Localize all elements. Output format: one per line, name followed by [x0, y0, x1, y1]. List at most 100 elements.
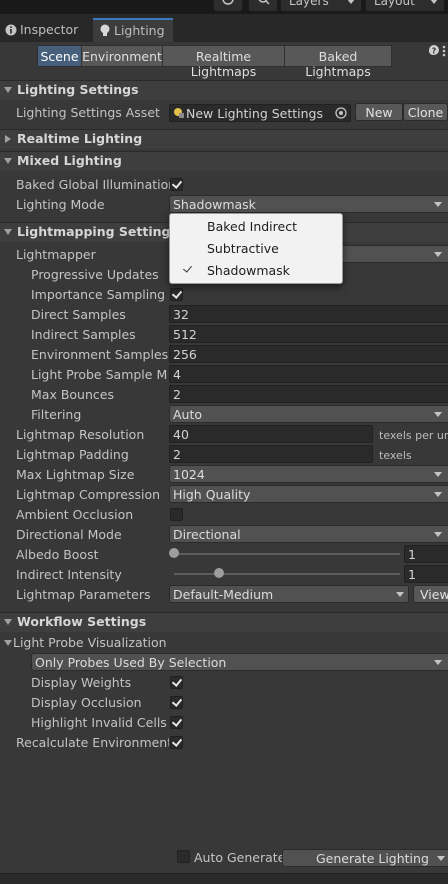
- section-title: Mixed Lighting: [17, 153, 122, 168]
- lightmap-compression-label: Lightmap Compression: [16, 487, 161, 502]
- field-value: 2: [173, 447, 181, 462]
- layout-dropdown[interactable]: Layout: [365, 0, 445, 12]
- lightmap-resolution-label: Lightmap Resolution: [16, 427, 145, 442]
- subtab-label: Environment: [82, 49, 162, 64]
- tab-inspector[interactable]: Inspector: [0, 18, 88, 42]
- directional-mode-dropdown[interactable]: Directional: [169, 525, 448, 543]
- padding-unit: texels: [379, 449, 412, 462]
- directional-mode-label: Directional Mode: [16, 527, 122, 542]
- view-button[interactable]: View: [413, 585, 448, 603]
- help-icon[interactable]: ?: [428, 44, 440, 56]
- direct-samples-label: Direct Samples: [31, 307, 126, 322]
- section-title: Lighting Settings: [17, 82, 139, 97]
- lightmap-parameters-label: Lightmap Parameters: [16, 587, 151, 602]
- window-tab-bar: Inspector Lighting ?: [0, 14, 448, 56]
- realtime-lighting-header[interactable]: Realtime Lighting: [0, 129, 448, 149]
- resolution-unit: texels per unit: [379, 429, 448, 442]
- display-occlusion-checkbox[interactable]: [170, 696, 183, 709]
- mixed-lighting-header[interactable]: Mixed Lighting: [0, 151, 448, 171]
- recalculate-environment-checkbox[interactable]: [170, 736, 183, 749]
- indirect-samples-field[interactable]: 512: [169, 325, 448, 343]
- baked-gi-label: Baked Global Illumination: [16, 177, 177, 192]
- indirect-intensity-field[interactable]: 1: [404, 565, 448, 583]
- max-bounces-field[interactable]: 2: [169, 385, 448, 403]
- subtab-scene[interactable]: Scene: [37, 45, 82, 67]
- lighting-settings-asset-field[interactable]: New Lighting Settings: [169, 104, 351, 122]
- lighting-mode-dropdown[interactable]: Shadowmask: [169, 195, 448, 213]
- lightmap-parameters-dropdown[interactable]: Default-Medium: [169, 585, 409, 603]
- highlight-invalid-cells-label: Highlight Invalid Cells: [31, 715, 167, 730]
- history-button[interactable]: [213, 0, 243, 12]
- check-icon: [171, 736, 183, 747]
- lightmap-resolution-field[interactable]: 40: [169, 425, 373, 443]
- dropdown-value: 1024: [173, 467, 205, 482]
- object-picker-icon[interactable]: [335, 107, 347, 119]
- layers-label: Layers: [289, 0, 329, 8]
- light-probe-visualization-dropdown[interactable]: Only Probes Used By Selection: [31, 653, 448, 671]
- albedo-boost-slider-handle[interactable]: [169, 548, 179, 558]
- dropdown-value: Directional: [173, 527, 241, 542]
- tab-lighting[interactable]: Lighting: [93, 18, 173, 42]
- subtab-realtime-lightmaps[interactable]: Realtime Lightmaps: [162, 45, 285, 79]
- max-bounces-label: Max Bounces: [31, 387, 114, 402]
- foldout-open-icon: [4, 158, 12, 164]
- layers-dropdown[interactable]: Layers: [280, 0, 362, 12]
- tab-label: Lighting: [114, 23, 165, 38]
- albedo-boost-slider-track[interactable]: [174, 553, 400, 555]
- indirect-intensity-slider-track[interactable]: [174, 573, 400, 575]
- chevron-down-icon: [396, 592, 404, 597]
- max-lightmap-size-dropdown[interactable]: 1024: [169, 465, 448, 483]
- lighting-settings-header[interactable]: Lighting Settings: [0, 80, 448, 100]
- chevron-down-icon: [434, 532, 442, 537]
- options-menu-icon[interactable]: [442, 44, 446, 58]
- progressive-updates-label: Progressive Updates: [31, 267, 159, 282]
- generate-lighting-button[interactable]: Generate Lighting: [282, 849, 448, 867]
- search-icon: [258, 0, 270, 5]
- clone-button-label: Clone: [407, 105, 444, 120]
- lightbulb-icon: [100, 24, 110, 36]
- chevron-down-icon: [434, 252, 442, 257]
- indirect-intensity-slider-handle[interactable]: [214, 568, 225, 578]
- max-lightmap-size-label: Max Lightmap Size: [16, 467, 135, 482]
- filtering-label: Filtering: [31, 407, 82, 422]
- subtab-label: Scene: [40, 49, 79, 64]
- albedo-boost-field[interactable]: 1: [404, 545, 448, 563]
- lightmap-padding-field[interactable]: 2: [169, 445, 373, 463]
- chevron-down-icon: [437, 856, 445, 861]
- search-button[interactable]: [248, 0, 278, 12]
- baked-gi-checkbox[interactable]: [170, 178, 183, 191]
- subtab-baked-lightmaps[interactable]: Baked Lightmaps: [284, 45, 392, 79]
- check-icon: [171, 178, 183, 189]
- popup-option-shadowmask[interactable]: Shadowmask: [207, 263, 290, 278]
- display-weights-checkbox[interactable]: [170, 676, 183, 689]
- environment-samples-field[interactable]: 256: [169, 345, 448, 363]
- display-occlusion-label: Display Occlusion: [31, 695, 142, 710]
- popup-option-baked-indirect[interactable]: Baked Indirect: [207, 219, 297, 234]
- field-value: 4: [173, 367, 181, 382]
- clone-button[interactable]: Clone: [403, 103, 448, 121]
- highlight-invalid-cells-checkbox[interactable]: [170, 716, 183, 729]
- light-probe-mult-field[interactable]: 4: [169, 365, 448, 383]
- svg-text:?: ?: [432, 47, 437, 56]
- info-icon: [5, 24, 17, 36]
- section-title: Lightmapping Settings: [17, 224, 178, 239]
- importance-sampling-checkbox[interactable]: [170, 288, 183, 301]
- filtering-dropdown[interactable]: Auto: [169, 405, 448, 423]
- section-title: Realtime Lighting: [17, 131, 143, 146]
- dropdown-value: Default-Medium: [173, 587, 274, 602]
- indirect-samples-label: Indirect Samples: [31, 327, 136, 342]
- field-value: 40: [173, 427, 189, 442]
- field-value: 512: [173, 327, 197, 342]
- popup-option-subtractive[interactable]: Subtractive: [207, 241, 279, 256]
- new-button[interactable]: New: [355, 103, 403, 121]
- workflow-settings-header[interactable]: Workflow Settings: [0, 612, 448, 632]
- subtab-environment[interactable]: Environment: [81, 45, 163, 67]
- ambient-occlusion-checkbox[interactable]: [170, 508, 183, 521]
- auto-generate-checkbox[interactable]: [177, 850, 190, 863]
- lighting-mode-popup: Baked Indirect Subtractive Shadowmask: [169, 213, 343, 284]
- direct-samples-field[interactable]: 32: [169, 305, 448, 323]
- lightmap-compression-dropdown[interactable]: High Quality: [169, 485, 448, 503]
- history-icon: [222, 0, 234, 5]
- check-icon: [171, 288, 183, 299]
- foldout-open-icon[interactable]: [4, 640, 12, 646]
